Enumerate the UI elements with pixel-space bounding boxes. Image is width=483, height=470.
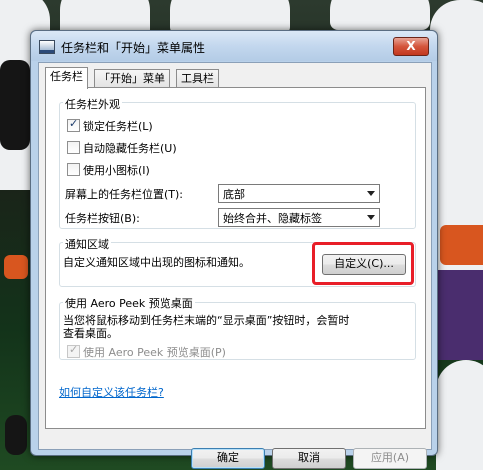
aero-peek-label: 使用 Aero Peek 预览桌面(P) xyxy=(83,346,226,359)
dropdown-arrow-icon xyxy=(367,191,375,196)
taskbar-tab-panel: 任务栏外观 锁定任务栏(L) 自动隐藏任务栏(U) 使用小图标(I) 屏幕上的任… xyxy=(45,87,426,429)
title-bar[interactable]: 任务栏和「开始」菜单属性 X xyxy=(31,31,437,61)
aero-peek-checkbox[interactable] xyxy=(67,343,80,358)
lock-taskbar-label: 锁定任务栏(L) xyxy=(83,120,153,133)
taskbar-location-label: 屏幕上的任务栏位置(T): xyxy=(65,188,184,201)
ok-button[interactable]: 确定 xyxy=(191,448,265,469)
small-icons-label: 使用小图标(I) xyxy=(83,164,150,177)
dropdown-arrow-icon xyxy=(367,215,375,220)
window-title: 任务栏和「开始」菜单属性 xyxy=(61,41,206,55)
taskbar-location-value: 底部 xyxy=(223,188,245,201)
taskbar-buttons-label: 任务栏按钮(B): xyxy=(65,212,140,225)
appearance-group-title: 任务栏外观 xyxy=(63,96,122,112)
tab-taskbar[interactable]: 任务栏 xyxy=(45,67,88,89)
taskbar-properties-dialog: 任务栏和「开始」菜单属性 X 任务栏 「开始」菜单 工具栏 任务栏外观 锁定任务… xyxy=(30,30,438,469)
auto-hide-label: 自动隐藏任务栏(U) xyxy=(83,142,177,155)
cancel-button[interactable]: 取消 xyxy=(272,448,346,469)
taskbar-buttons-value: 始终合并、隐藏标签 xyxy=(223,212,322,225)
notification-area-description: 自定义通知区域中出现的图标和通知。 xyxy=(63,256,250,269)
lock-taskbar-checkbox[interactable] xyxy=(67,117,80,132)
aero-peek-title: 使用 Aero Peek 预览桌面 xyxy=(63,295,195,311)
aero-peek-description-line2: 查看桌面。 xyxy=(63,327,118,340)
taskbar-buttons-select[interactable]: 始终合并、隐藏标签 xyxy=(218,208,380,227)
small-icons-checkbox[interactable] xyxy=(67,163,80,176)
dialog-client-area: 任务栏 「开始」菜单 工具栏 任务栏外观 锁定任务栏(L) 自动隐藏任务栏(U)… xyxy=(38,62,432,469)
notification-area-title: 通知区域 xyxy=(63,236,111,252)
tab-start-menu[interactable]: 「开始」菜单 xyxy=(94,69,170,88)
help-link[interactable]: 如何自定义该任务栏? xyxy=(59,384,164,400)
auto-hide-checkbox[interactable] xyxy=(67,141,80,154)
close-button[interactable]: X xyxy=(393,37,429,56)
apply-button[interactable]: 应用(A) xyxy=(353,448,427,469)
tab-toolbars[interactable]: 工具栏 xyxy=(176,69,219,88)
taskbar-location-select[interactable]: 底部 xyxy=(218,184,380,203)
red-highlight-box xyxy=(312,242,414,285)
taskbar-app-icon xyxy=(39,40,55,54)
